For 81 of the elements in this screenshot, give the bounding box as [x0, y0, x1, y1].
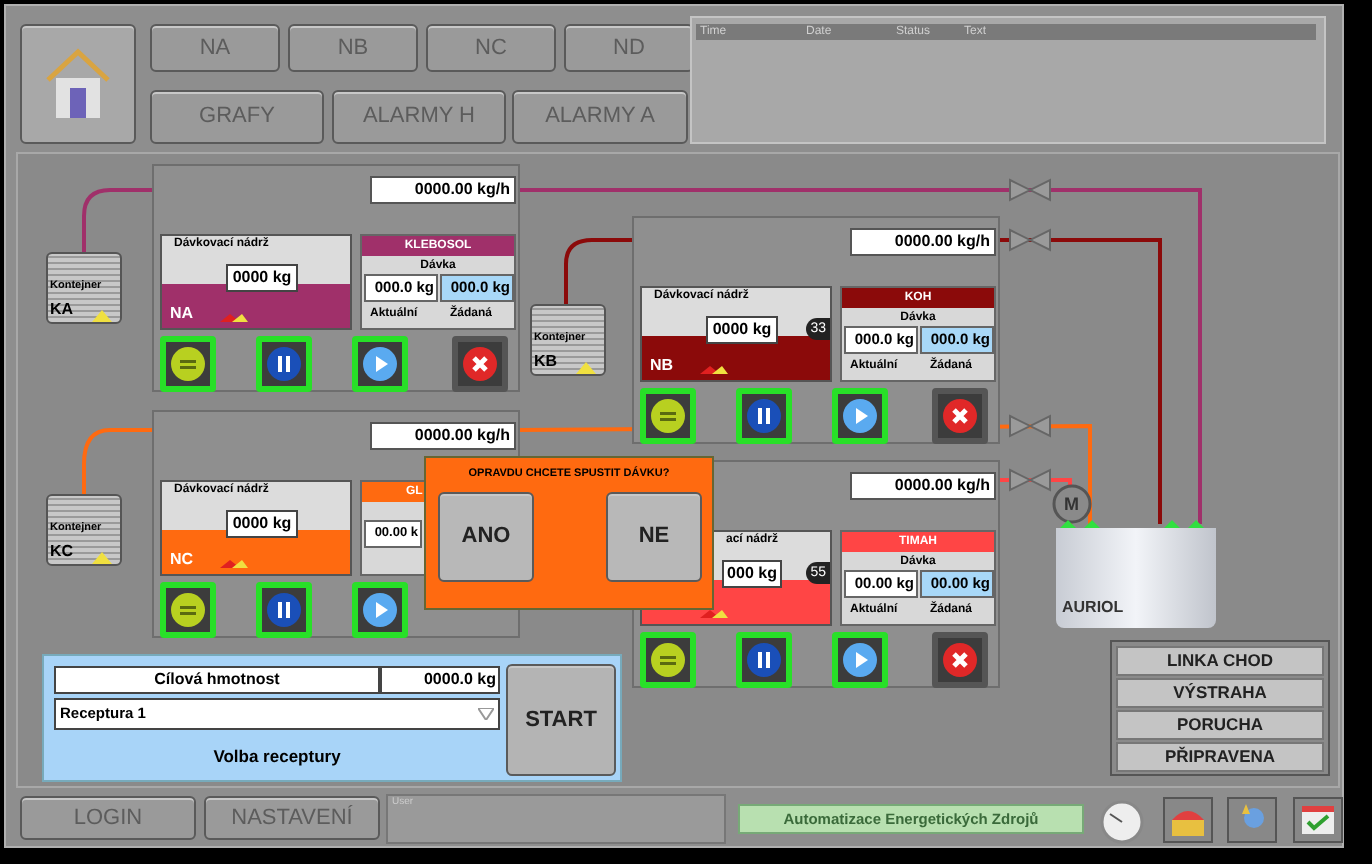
nav-button[interactable]: ND [564, 24, 694, 72]
stop-button[interactable] [640, 632, 696, 688]
nav-button[interactable]: ALARMY H [332, 90, 506, 144]
settings-button[interactable]: NASTAVENÍ [204, 796, 380, 840]
no-button[interactable]: NE [606, 492, 702, 582]
level-marker-icon [92, 552, 112, 564]
yes-button[interactable]: ANO [438, 492, 534, 582]
flow-readout: 0000.00 kg/h [370, 176, 516, 204]
nav-button[interactable]: NA [150, 24, 280, 72]
target-mass-value: 0000.0 kg [380, 666, 500, 694]
status-indicator: LINKA CHOD [1116, 646, 1324, 676]
tank-name: NB [650, 354, 674, 378]
cancel-button[interactable] [452, 336, 508, 392]
container-name: KA [50, 298, 74, 322]
level-marker-icon [698, 608, 730, 620]
stop-button[interactable] [640, 388, 696, 444]
stop-icon [170, 346, 206, 382]
pause-icon [266, 346, 302, 382]
inlet-marker-icon [1056, 520, 1104, 532]
nav-button[interactable]: NC [426, 24, 556, 72]
tank-weight: 0000 kg [706, 316, 778, 344]
target-mass-label: Cílová hmotnost [54, 666, 380, 694]
tank-weight: 000 kg [722, 560, 782, 588]
close-icon [462, 346, 498, 382]
play-button[interactable] [352, 336, 408, 392]
status-indicator: PORUCHA [1116, 710, 1324, 740]
play-icon [362, 592, 398, 628]
close-icon [942, 642, 978, 678]
level-marker-icon [92, 310, 112, 322]
stop-icon [170, 592, 206, 628]
play-button[interactable] [352, 582, 408, 638]
pause-button[interactable] [256, 582, 312, 638]
play-icon [362, 346, 398, 382]
stop-icon [650, 398, 686, 434]
level-marker-icon [698, 364, 730, 376]
tank-weight: 0000 kg [226, 510, 298, 538]
pause-button[interactable] [736, 388, 792, 444]
play-icon [842, 642, 878, 678]
nav-button[interactable]: NB [288, 24, 418, 72]
cancel-button[interactable] [932, 632, 988, 688]
valve-icon [1008, 468, 1052, 492]
flow-readout: 0000.00 kg/h [850, 472, 996, 500]
level-marker-icon [218, 312, 250, 324]
status-indicator: VÝSTRAHA [1116, 678, 1324, 708]
stop-button[interactable] [160, 336, 216, 392]
pause-button[interactable] [256, 336, 312, 392]
pause-icon [266, 592, 302, 628]
cancel-button[interactable] [932, 388, 988, 444]
inlet-marker-icon [1160, 520, 1208, 532]
motor-label: M [1064, 492, 1079, 518]
close-icon [942, 398, 978, 434]
pause-button[interactable] [736, 632, 792, 688]
motor-icon [1052, 484, 1092, 524]
pause-icon [746, 642, 782, 678]
pause-icon [746, 398, 782, 434]
play-button[interactable] [832, 388, 888, 444]
play-button[interactable] [832, 632, 888, 688]
tank-name: NC [170, 548, 194, 572]
valve-icon [1008, 414, 1052, 438]
stop-button[interactable] [160, 582, 216, 638]
container-name: KC [50, 540, 74, 564]
stop-icon [650, 642, 686, 678]
level-marker-icon [218, 558, 250, 570]
flow-readout: 0000.00 kg/h [850, 228, 996, 256]
panel-caption: Volba receptury [211, 744, 343, 770]
tank-name: AURIOL [1062, 596, 1124, 620]
tank-weight: 0000 kg [226, 264, 298, 292]
nav-button[interactable]: GRAFY [150, 90, 324, 144]
home-button[interactable] [20, 24, 136, 144]
login-button[interactable]: LOGIN [20, 796, 196, 840]
play-icon [842, 398, 878, 434]
valve-icon [1008, 178, 1052, 202]
level-marker-icon [576, 362, 596, 374]
tank-name: NA [170, 302, 194, 326]
flow-readout: 0000.00 kg/h [370, 422, 516, 450]
valve-icon [1008, 228, 1052, 252]
container-name: KB [534, 350, 558, 374]
caret-icon [478, 708, 494, 720]
nav-button[interactable]: ALARMY A [512, 90, 688, 144]
status-indicator: PŘIPRAVENA [1116, 742, 1324, 772]
start-button[interactable]: START [506, 664, 616, 776]
